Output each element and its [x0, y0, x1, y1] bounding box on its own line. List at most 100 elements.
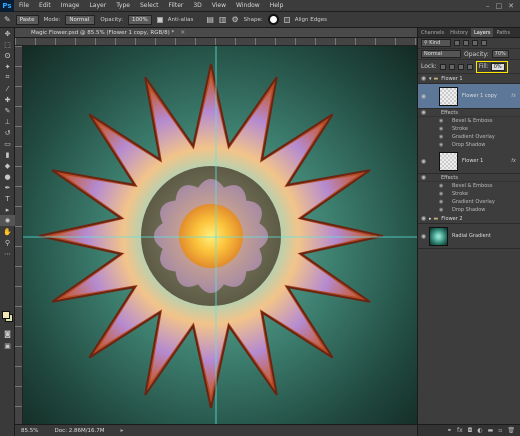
- quick-mask-icon[interactable]: ◙: [0, 328, 15, 339]
- effect-stroke[interactable]: ◉ Stroke: [418, 190, 520, 198]
- mode-select[interactable]: Normal: [65, 14, 96, 25]
- effect-gradient-overlay[interactable]: ◉ Gradient Overlay: [418, 198, 520, 206]
- menu-view[interactable]: View: [207, 2, 231, 9]
- tab-history[interactable]: History: [447, 28, 471, 37]
- marquee-tool-icon[interactable]: ⬚: [0, 39, 15, 50]
- eye-icon[interactable]: ◉: [439, 199, 447, 205]
- eyedropper-tool-icon[interactable]: ⁄: [0, 83, 15, 94]
- effect-gradient-overlay[interactable]: ◉ Gradient Overlay: [418, 133, 520, 141]
- gradient-tool-icon[interactable]: ▮: [0, 149, 15, 160]
- eye-icon[interactable]: ◉: [439, 134, 447, 140]
- menu-image[interactable]: Image: [56, 2, 85, 9]
- maximize-button[interactable]: □: [496, 2, 503, 10]
- close-button[interactable]: ✕: [508, 2, 514, 10]
- align-edges-checkbox[interactable]: [283, 16, 290, 23]
- eye-icon[interactable]: ◉: [418, 109, 429, 116]
- effect-stroke[interactable]: ◉ Stroke: [418, 125, 520, 133]
- eye-icon[interactable]: ◉: [439, 126, 447, 132]
- menu-filter[interactable]: Filter: [164, 2, 189, 9]
- more-tools-icon[interactable]: ⋯: [0, 248, 15, 259]
- eye-icon[interactable]: ◉: [439, 207, 447, 213]
- zoom-tool-icon[interactable]: ⚲: [0, 237, 15, 248]
- path-ops-icon[interactable]: ▤: [206, 15, 214, 24]
- tab-paths[interactable]: Paths: [493, 28, 513, 37]
- status-arrow-icon[interactable]: ▸: [121, 427, 124, 434]
- layer-opacity-input[interactable]: 70%: [491, 50, 509, 58]
- tool-preset-icon[interactable]: ✎: [4, 15, 11, 24]
- eye-icon[interactable]: ◉: [418, 75, 429, 82]
- filter-shape-icon[interactable]: [481, 40, 487, 46]
- vertical-ruler[interactable]: [15, 46, 23, 424]
- zoom-level[interactable]: 85.5%: [21, 428, 38, 434]
- hand-tool-icon[interactable]: ✋: [0, 226, 15, 237]
- effect-bevel-emboss[interactable]: ◉ Bevel & Emboss: [418, 182, 520, 190]
- minimize-button[interactable]: –: [486, 2, 490, 10]
- lock-pixels-icon[interactable]: [448, 63, 455, 70]
- menu-help[interactable]: Help: [265, 2, 289, 9]
- link-layers-icon[interactable]: ⚭: [447, 427, 452, 434]
- effect-drop-shadow[interactable]: ◉ Drop Shadow: [418, 206, 520, 214]
- menu-3d[interactable]: 3D: [188, 2, 206, 9]
- trash-icon[interactable]: 🗑: [507, 427, 515, 434]
- screen-mode-icon[interactable]: ▣: [0, 340, 15, 351]
- lock-all-icon[interactable]: [466, 63, 473, 70]
- healing-brush-tool-icon[interactable]: ✚: [0, 94, 15, 105]
- clone-stamp-tool-icon[interactable]: ⊥: [0, 116, 15, 127]
- eye-icon[interactable]: ◉: [439, 191, 447, 197]
- eye-icon[interactable]: ◉: [439, 118, 447, 124]
- lock-transparency-icon[interactable]: [439, 63, 446, 70]
- horizontal-ruler[interactable]: [15, 38, 417, 46]
- layer-flower-1-copy[interactable]: ◉ Flower 1 copy fx: [418, 84, 520, 109]
- eye-icon[interactable]: ◉: [439, 183, 447, 189]
- custom-shape-tool-icon[interactable]: ✹: [0, 215, 15, 226]
- layer-flower-1[interactable]: ◉ Flower 1 fx: [418, 149, 520, 174]
- type-tool-icon[interactable]: T: [0, 193, 15, 204]
- effects-header[interactable]: ◉ Effects: [418, 109, 520, 117]
- settings-gear-icon[interactable]: ⚙: [231, 15, 238, 24]
- lock-position-icon[interactable]: [457, 63, 464, 70]
- menu-file[interactable]: File: [14, 2, 34, 9]
- magic-wand-tool-icon[interactable]: ✦: [0, 61, 15, 72]
- tab-channels[interactable]: Channels: [418, 28, 447, 37]
- lasso-tool-icon[interactable]: ʘ: [0, 50, 15, 61]
- layer-radial-gradient[interactable]: ◉ Radial Gradient: [418, 224, 520, 249]
- eraser-tool-icon[interactable]: ▭: [0, 138, 15, 149]
- chevron-right-icon[interactable]: ▸: [429, 216, 432, 222]
- menu-layer[interactable]: Layer: [84, 2, 111, 9]
- filter-adjust-icon[interactable]: [463, 40, 469, 46]
- blend-mode-select[interactable]: Normal: [421, 50, 461, 58]
- menu-window[interactable]: Window: [231, 2, 265, 9]
- filter-type-icon[interactable]: [472, 40, 478, 46]
- layer-group-flower-1[interactable]: ◉ ▾ ▬ Flower 1: [418, 74, 520, 84]
- shape-picker[interactable]: [267, 14, 279, 25]
- crop-tool-icon[interactable]: ⌗: [0, 72, 15, 83]
- history-brush-tool-icon[interactable]: ↺: [0, 127, 15, 138]
- move-tool-icon[interactable]: ✥: [0, 28, 15, 39]
- antialias-checkbox[interactable]: [156, 16, 163, 23]
- blur-tool-icon[interactable]: ◆: [0, 160, 15, 171]
- new-group-icon[interactable]: ▬: [488, 427, 494, 434]
- filter-pixel-icon[interactable]: [454, 40, 460, 46]
- chevron-down-icon[interactable]: ▾: [429, 76, 432, 82]
- opacity-input[interactable]: 100%: [128, 14, 152, 25]
- eye-icon[interactable]: ◉: [418, 158, 429, 165]
- new-layer-icon[interactable]: ▫: [498, 427, 502, 434]
- fx-icon[interactable]: fx: [511, 93, 516, 99]
- menu-select[interactable]: Select: [135, 2, 164, 9]
- foreground-color-swatch[interactable]: [2, 311, 10, 319]
- close-icon[interactable]: ×: [180, 29, 185, 36]
- effect-bevel-emboss[interactable]: ◉ Bevel & Emboss: [418, 117, 520, 125]
- path-align-icon[interactable]: ▥: [219, 15, 227, 24]
- effects-header[interactable]: ◉ Effects: [418, 174, 520, 182]
- dodge-tool-icon[interactable]: ●: [0, 171, 15, 182]
- adjustment-layer-icon[interactable]: ◐: [477, 427, 482, 434]
- path-selection-tool-icon[interactable]: ▸: [0, 204, 15, 215]
- menu-type[interactable]: Type: [111, 2, 135, 9]
- brush-tool-icon[interactable]: ✎: [0, 105, 15, 116]
- tab-layers[interactable]: Layers: [470, 28, 494, 37]
- fx-icon[interactable]: fx: [511, 158, 516, 164]
- document-canvas[interactable]: [23, 46, 417, 424]
- fill-input[interactable]: 0%: [490, 62, 505, 71]
- add-style-icon[interactable]: fx: [457, 427, 463, 434]
- kind-filter-select[interactable]: ⚲ Kind: [421, 39, 451, 47]
